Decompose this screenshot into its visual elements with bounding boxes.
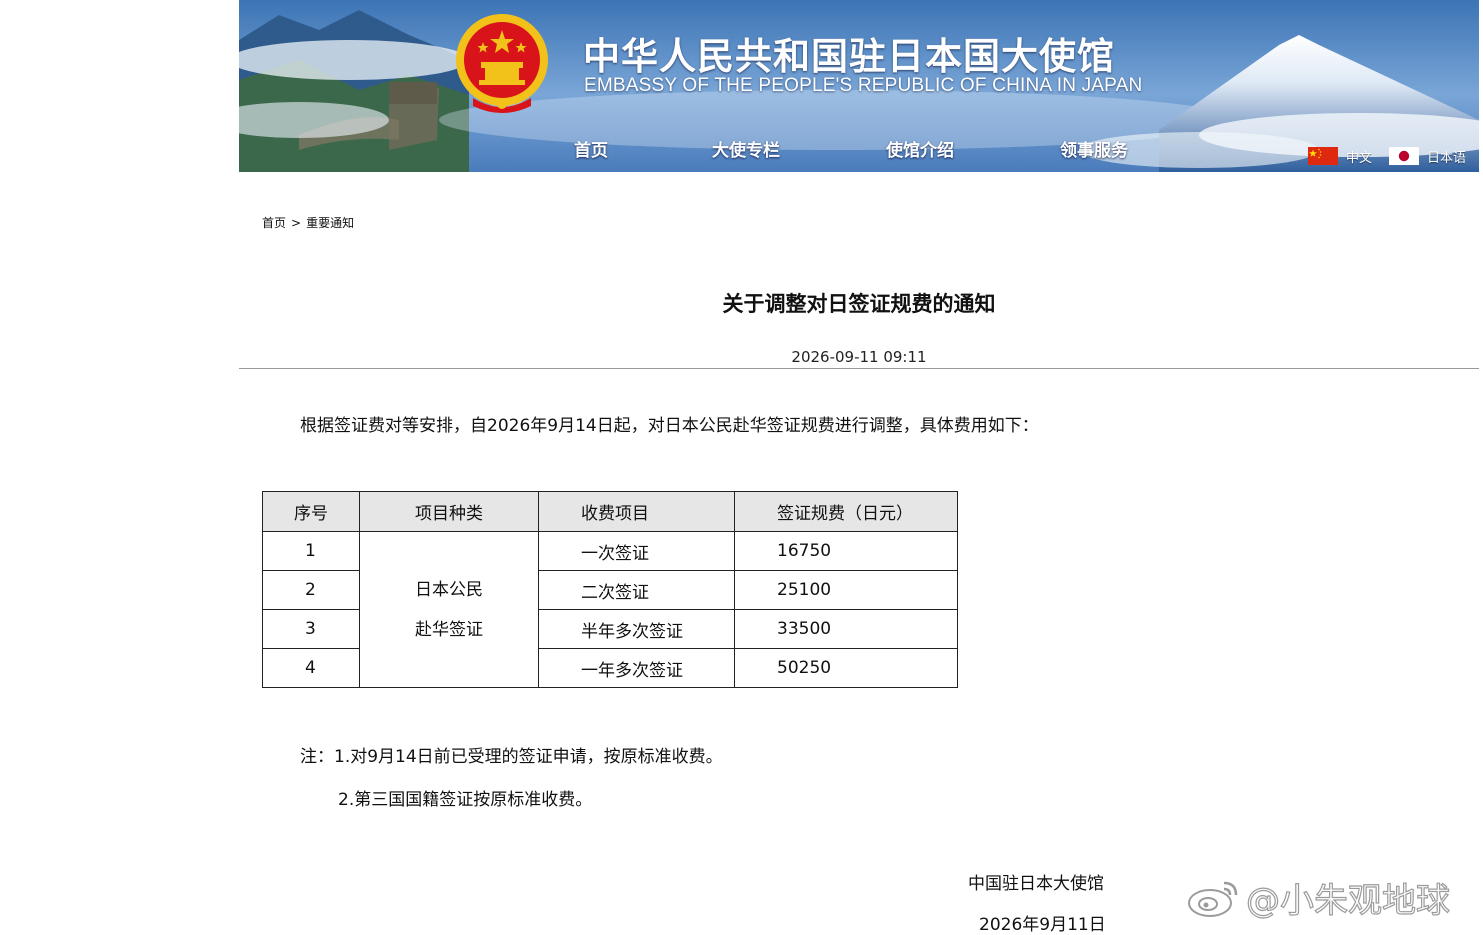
note-2: 2.第三国国籍签证按原标准收费。 <box>338 790 593 810</box>
language-japanese-label: 日本语 <box>1427 150 1467 166</box>
signature-organization: 中国驻日本大使馆 <box>968 874 1104 894</box>
article-title: 关于调整对日签证规费的通知 <box>722 292 996 316</box>
fee-amount: 25100 <box>734 570 958 610</box>
category-cell: 日本公民 赴华签证 <box>359 531 539 688</box>
nav-item-home[interactable]: 首页 <box>574 136 608 161</box>
breadcrumb: 首页 > 重要通知 <box>262 214 354 231</box>
fee-amount: 33500 <box>734 609 958 649</box>
nav-item-ambassador-column[interactable]: 大使专栏 <box>712 136 780 161</box>
breadcrumb-home[interactable]: 首页 <box>262 216 286 230</box>
watermark-text: @小朱观地球 <box>1245 880 1450 921</box>
table-row: 1 日本公民 赴华签证 一次签证 16750 <box>262 531 958 688</box>
language-japanese[interactable]: 日本语 <box>1389 147 1467 166</box>
note-1: 注：1.对9月14日前已受理的签证申请，按原标准收费。 <box>300 747 723 767</box>
visa-fee-table: 序号 项目种类 收费项目 签证规费（日元） 1 日本公民 赴华签证 一次签证 1… <box>262 491 958 688</box>
article-date: 2026-09-11 09:11 <box>791 348 927 366</box>
header-banner: 中华人民共和国驻日本国大使馆 EMBASSY OF THE PEOPLE'S R… <box>239 0 1479 172</box>
nav-item-embassy-intro[interactable]: 使馆介绍 <box>886 136 954 161</box>
column-header-fee-amount: 签证规费（日元） <box>734 491 958 532</box>
main-nav: 首页 大使专栏 使馆介绍 领事服务 <box>239 136 1479 166</box>
category-line-2: 赴华签证 <box>415 619 483 640</box>
article-lead-paragraph: 根据签证费对等安排，自2026年9月14日起，对日本公民赴华签证规费进行调整，具… <box>300 416 1039 436</box>
left-margin <box>0 0 239 934</box>
china-flag-icon <box>1308 147 1338 165</box>
nav-item-consular-services[interactable]: 领事服务 <box>1060 136 1128 161</box>
column-header-number: 序号 <box>262 491 360 532</box>
breadcrumb-current[interactable]: 重要通知 <box>306 216 354 230</box>
japan-flag-icon <box>1389 147 1419 165</box>
site-title-cn: 中华人民共和国驻日本国大使馆 <box>583 35 1115 78</box>
signature-date: 2026年9月11日 <box>979 915 1106 935</box>
category-line-1: 日本公民 <box>415 579 483 600</box>
column-header-category: 项目种类 <box>359 491 539 532</box>
row-number: 2 <box>262 570 360 610</box>
table-header-row: 序号 项目种类 收费项目 签证规费（日元） <box>262 491 958 532</box>
weibo-icon <box>1188 881 1238 917</box>
language-chinese-label: 中文 <box>1346 150 1373 166</box>
column-header-fee-item: 收费项目 <box>538 491 735 532</box>
fee-item: 半年多次签证 <box>538 609 735 649</box>
fee-amount: 50250 <box>734 648 958 688</box>
breadcrumb-separator: > <box>291 216 302 230</box>
fee-item: 一次签证 <box>538 531 735 571</box>
national-emblem-icon <box>456 14 548 113</box>
fee-item: 一年多次签证 <box>538 648 735 688</box>
fee-item: 二次签证 <box>538 570 735 610</box>
language-chinese[interactable]: 中文 <box>1308 147 1373 166</box>
row-number: 4 <box>262 648 360 688</box>
fee-amount: 16750 <box>734 531 958 571</box>
row-number: 1 <box>262 531 360 571</box>
site-title-en: EMBASSY OF THE PEOPLE'S REPUBLIC OF CHIN… <box>584 75 1143 96</box>
row-number: 3 <box>262 609 360 649</box>
title-divider <box>239 368 1479 369</box>
weibo-watermark: @小朱观地球 <box>1186 873 1451 921</box>
